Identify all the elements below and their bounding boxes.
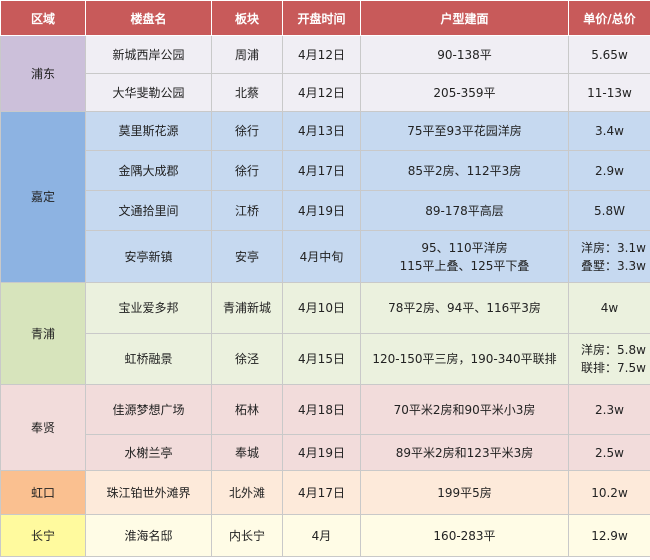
area-cell: 120-150平三房，190-340平联排 bbox=[360, 333, 569, 385]
project-name-cell: 淮海名邸 bbox=[85, 514, 212, 557]
date-cell: 4月 bbox=[282, 514, 361, 557]
region-cell: 青浦 bbox=[0, 282, 86, 385]
project-name-cell: 安亭新镇 bbox=[85, 230, 212, 283]
area-cell: 95、110平洋房 115平上叠、125平下叠 bbox=[360, 230, 569, 283]
block-cell: 北外滩 bbox=[211, 470, 283, 515]
area-cell: 70平米2房和90平米小3房 bbox=[360, 384, 569, 435]
property-table: 区域 楼盘名 板块 开盘时间 户型建面 单价/总价 浦东 新城西岸公园 周浦 4… bbox=[0, 0, 650, 557]
table-row: 金隅大成郡 徐行 4月17日 85平2房、112平3房 2.9w bbox=[1, 150, 650, 191]
region-cell: 嘉定 bbox=[0, 111, 86, 283]
table-row: 虹口 珠江铂世外滩界 北外滩 4月17日 199平5房 10.2w bbox=[0, 470, 650, 515]
price-cell: 5.8W bbox=[568, 190, 650, 231]
price-cell: 4w bbox=[568, 282, 650, 334]
area-cell: 199平5房 bbox=[360, 470, 569, 515]
project-name-cell: 宝业爱多邦 bbox=[85, 282, 212, 334]
header-region: 区域 bbox=[0, 0, 86, 36]
area-cell: 89-178平高层 bbox=[360, 190, 569, 231]
price-cell: 10.2w bbox=[568, 470, 650, 515]
header-price: 单价/总价 bbox=[568, 0, 650, 36]
area-line: 115平上叠、125平下叠 bbox=[399, 258, 530, 273]
date-cell: 4月12日 bbox=[282, 35, 361, 74]
region-cell: 浦东 bbox=[0, 35, 86, 112]
header-project-name: 楼盘名 bbox=[85, 0, 212, 36]
date-cell: 4月中旬 bbox=[282, 230, 361, 283]
table-row: 嘉定 莫里斯花源 徐行 4月13日 75平至93平花园洋房 3.4w bbox=[0, 111, 650, 283]
price-line: 洋房：5.8w bbox=[581, 343, 646, 357]
project-name-cell: 佳源梦想广场 bbox=[85, 384, 212, 435]
price-cell: 12.9w bbox=[568, 514, 650, 557]
table-row: 虹桥融景 徐泾 4月15日 120-150平三房，190-340平联排 洋房：5… bbox=[1, 333, 650, 385]
table-row: 青浦 宝业爱多邦 青浦新城 4月10日 78平2房、94平、116平3房 4w bbox=[0, 282, 650, 385]
block-cell: 柘林 bbox=[211, 384, 283, 435]
project-name-cell: 文通拾里间 bbox=[85, 190, 212, 231]
area-cell: 78平2房、94平、116平3房 bbox=[360, 282, 569, 334]
block-cell: 徐泾 bbox=[211, 333, 283, 385]
area-cell: 205-359平 bbox=[360, 73, 569, 112]
date-cell: 4月17日 bbox=[282, 470, 361, 515]
table-row: 大华斐勒公园 北蔡 4月12日 205-359平 11-13w bbox=[1, 73, 650, 112]
table-row: 文通拾里间 江桥 4月19日 89-178平高层 5.8W bbox=[1, 190, 650, 231]
date-cell: 4月19日 bbox=[282, 434, 361, 471]
area-cell: 160-283平 bbox=[360, 514, 569, 557]
price-line: 洋房：3.1w bbox=[581, 240, 646, 255]
date-cell: 4月10日 bbox=[282, 282, 361, 334]
area-cell: 90-138平 bbox=[360, 35, 569, 74]
table-row: 浦东 新城西岸公园 周浦 4月12日 90-138平 5.65w bbox=[0, 35, 650, 112]
date-cell: 4月19日 bbox=[282, 190, 361, 231]
price-line: 联排：7.5w bbox=[581, 361, 646, 375]
project-name-cell: 水榭兰亭 bbox=[85, 434, 212, 471]
block-cell: 安亭 bbox=[211, 230, 283, 283]
project-name-cell: 金隅大成郡 bbox=[85, 150, 212, 191]
block-cell: 徐行 bbox=[211, 111, 283, 151]
price-cell: 洋房：5.8w 联排：7.5w bbox=[568, 333, 650, 385]
block-cell: 北蔡 bbox=[211, 73, 283, 112]
price-line: 叠墅：3.3w bbox=[581, 258, 646, 273]
block-cell: 徐行 bbox=[211, 150, 283, 191]
table-row: 安亭新镇 安亭 4月中旬 95、110平洋房 115平上叠、125平下叠 洋房：… bbox=[1, 230, 650, 283]
header-unit-area: 户型建面 bbox=[360, 0, 569, 36]
date-cell: 4月18日 bbox=[282, 384, 361, 435]
area-cell: 85平2房、112平3房 bbox=[360, 150, 569, 191]
price-cell: 2.5w bbox=[568, 434, 650, 471]
date-cell: 4月15日 bbox=[282, 333, 361, 385]
price-cell: 洋房：3.1w 叠墅：3.3w bbox=[568, 230, 650, 283]
block-cell: 内长宁 bbox=[211, 514, 283, 557]
price-cell: 5.65w bbox=[568, 35, 650, 74]
date-cell: 4月17日 bbox=[282, 150, 361, 191]
table-row: 奉贤 佳源梦想广场 柘林 4月18日 70平米2房和90平米小3房 2.3w bbox=[0, 384, 650, 471]
area-cell: 89平米2房和123平米3房 bbox=[360, 434, 569, 471]
table-row: 水榭兰亭 奉城 4月19日 89平米2房和123平米3房 2.5w bbox=[1, 434, 650, 471]
project-name-cell: 大华斐勒公园 bbox=[85, 73, 212, 112]
project-name-cell: 新城西岸公园 bbox=[85, 35, 212, 74]
block-cell: 江桥 bbox=[211, 190, 283, 231]
price-cell: 11-13w bbox=[568, 73, 650, 112]
price-cell: 2.3w bbox=[568, 384, 650, 435]
region-cell: 虹口 bbox=[0, 470, 86, 515]
price-cell: 2.9w bbox=[568, 150, 650, 191]
region-cell: 奉贤 bbox=[0, 384, 86, 471]
block-cell: 青浦新城 bbox=[211, 282, 283, 334]
date-cell: 4月13日 bbox=[282, 111, 361, 151]
date-cell: 4月12日 bbox=[282, 73, 361, 112]
block-cell: 周浦 bbox=[211, 35, 283, 74]
project-name-cell: 虹桥融景 bbox=[85, 333, 212, 385]
price-cell: 3.4w bbox=[568, 111, 650, 151]
project-name-cell: 莫里斯花源 bbox=[85, 111, 212, 151]
header-block: 板块 bbox=[211, 0, 283, 36]
project-name-cell: 珠江铂世外滩界 bbox=[85, 470, 212, 515]
region-cell: 长宁 bbox=[0, 514, 86, 557]
header-opening-date: 开盘时间 bbox=[282, 0, 361, 36]
table-row: 长宁 淮海名邸 内长宁 4月 160-283平 12.9w bbox=[0, 514, 650, 557]
area-line: 95、110平洋房 bbox=[421, 240, 508, 255]
block-cell: 奉城 bbox=[211, 434, 283, 471]
area-cell: 75平至93平花园洋房 bbox=[360, 111, 569, 151]
header-row: 区域 楼盘名 板块 开盘时间 户型建面 单价/总价 bbox=[0, 0, 650, 36]
